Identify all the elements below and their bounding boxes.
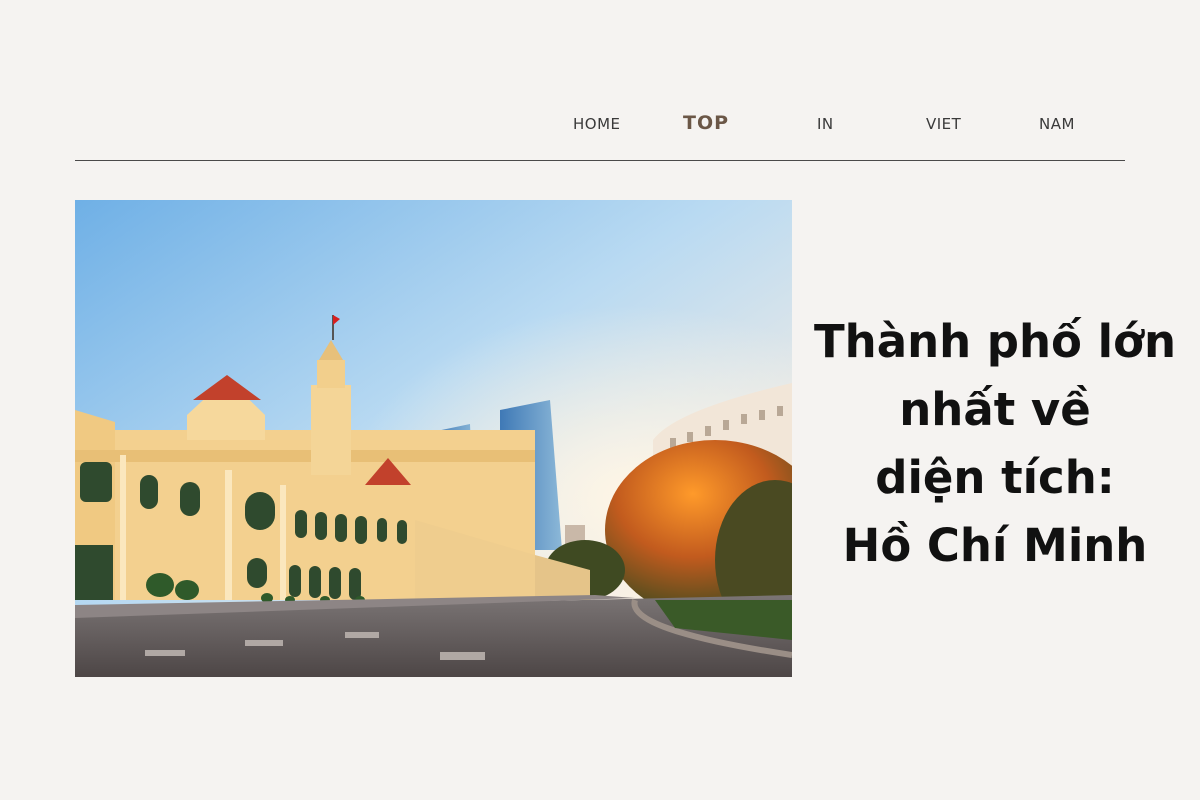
- header-divider: [75, 160, 1125, 161]
- nav-viet-link[interactable]: VIET: [926, 112, 961, 136]
- headline-line-4: Hồ Chí Minh: [842, 519, 1148, 572]
- headline-line-1: Thành phố lớn: [813, 315, 1177, 368]
- city-hall-photo: [75, 200, 792, 677]
- nav-nam-link[interactable]: NAM: [1039, 112, 1075, 136]
- headline-line-3: diện tích:: [875, 451, 1115, 504]
- headline-line-2: nhất về: [899, 383, 1091, 436]
- nav-home-link[interactable]: HOME: [573, 112, 621, 136]
- top-navigation: HOME TOP IN VIET NAM: [0, 112, 1200, 138]
- nav-in-link[interactable]: IN: [817, 112, 834, 136]
- nav-top-link[interactable]: TOP: [683, 111, 729, 135]
- headline: Thành phố lớn nhất về diện tích: Hồ Chí …: [805, 308, 1185, 580]
